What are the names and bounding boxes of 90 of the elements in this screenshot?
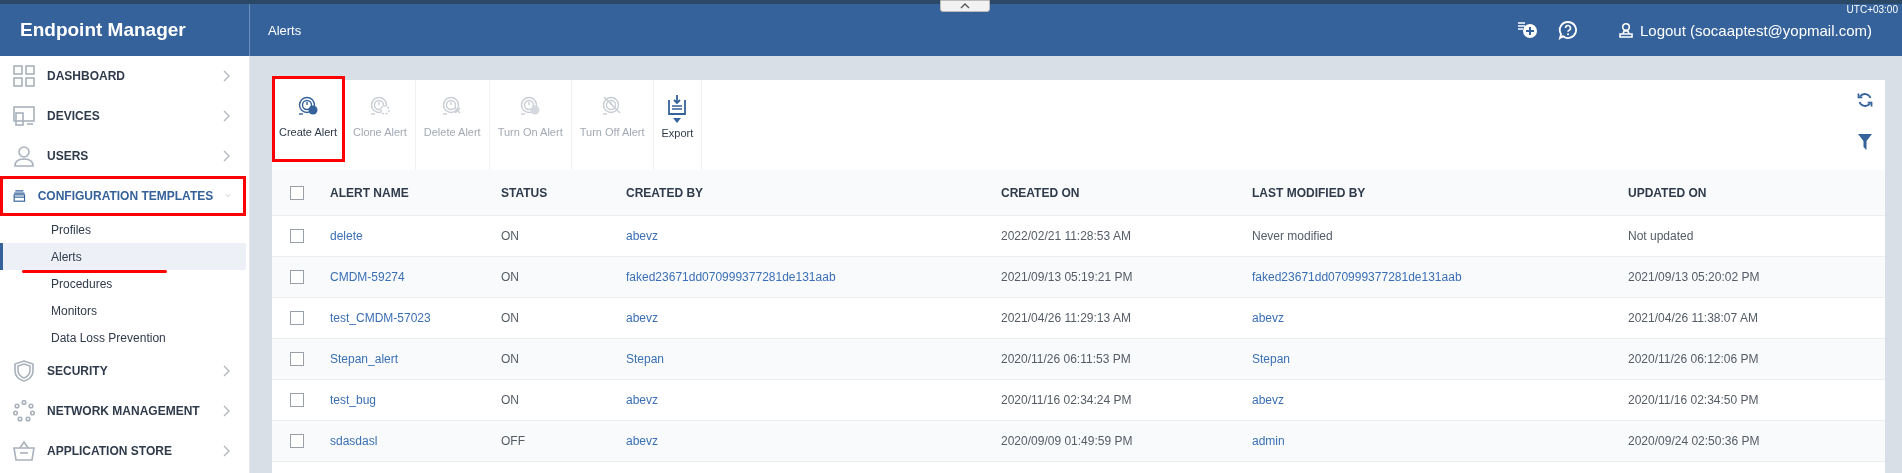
- alert-name-link[interactable]: Stepan_alert: [330, 352, 501, 366]
- table-cell-text: ON: [501, 352, 520, 366]
- collapse-header-button[interactable]: [940, 0, 990, 12]
- sidebar-subitem[interactable]: Profiles: [0, 216, 246, 243]
- sidebar-item[interactable]: NETWORK MANAGEMENT: [0, 391, 246, 431]
- download-icon: [666, 94, 689, 116]
- chevron-icon: [221, 110, 231, 122]
- sidebar-item[interactable]: CONFIGURATION TEMPLATES: [0, 176, 246, 216]
- chevron-icon: [221, 445, 231, 457]
- refresh-icon[interactable]: [1857, 92, 1873, 108]
- user-icon: [1618, 22, 1634, 38]
- column-header[interactable]: STATUS: [501, 185, 626, 200]
- alarm-icon: [297, 94, 319, 116]
- table-cell-text: 2021/09/13 05:19:21 PM: [1001, 270, 1134, 284]
- app-title: Endpoint Manager: [20, 19, 186, 41]
- alarm-icon: [519, 94, 542, 116]
- help-icon[interactable]: [1558, 20, 1578, 40]
- row-checkbox[interactable]: [290, 393, 304, 407]
- sidebar-item[interactable]: DASHBOARD: [0, 56, 246, 96]
- table-cell: 2021/04/26 11:38:07 AM: [1628, 311, 1758, 325]
- user-link[interactable]: admin: [1252, 434, 1628, 448]
- table-cell-text: 2022/02/21 11:28:53 AM: [1001, 229, 1132, 243]
- alert-name-link[interactable]: CMDM-59274: [330, 270, 501, 284]
- column-header[interactable]: UPDATED ON: [1628, 185, 1707, 200]
- caret-up-icon: [960, 3, 970, 9]
- table-cell-text: Never modified: [1252, 229, 1334, 243]
- alert-name-link[interactable]: test_CMDM-57023: [330, 311, 501, 325]
- network-icon: [13, 400, 35, 422]
- add-list-icon[interactable]: [1518, 21, 1538, 39]
- logout-link[interactable]: Logout (socaaptest@yopmail.com): [1618, 21, 1872, 39]
- shield-icon: [13, 360, 35, 382]
- caret-icon: [673, 118, 682, 123]
- user-link[interactable]: abevz: [626, 393, 1001, 407]
- table-cell-text: ON: [501, 311, 520, 325]
- user-link[interactable]: abevz: [626, 311, 1001, 325]
- user-link[interactable]: faked23671dd070999377281de131aab: [626, 270, 1001, 284]
- user-link[interactable]: abevz: [626, 434, 1001, 448]
- user-link[interactable]: faked23671dd070999377281de131aab: [1252, 270, 1628, 284]
- filter-icon[interactable]: [1858, 134, 1872, 150]
- chevron-icon: [221, 365, 231, 377]
- column-header[interactable]: CREATED ON: [1001, 185, 1252, 200]
- row-checkbox[interactable]: [290, 270, 304, 284]
- sidebar-item[interactable]: SECURITY: [0, 351, 246, 391]
- column-header[interactable]: ALERT NAME: [330, 185, 501, 200]
- user-link[interactable]: abevz: [1252, 311, 1628, 325]
- user-link[interactable]: Stepan: [1252, 352, 1628, 366]
- sidebar-subitem[interactable]: Alerts: [0, 243, 246, 270]
- user-link[interactable]: abevz: [626, 229, 1001, 243]
- alarm-icon: [368, 94, 391, 116]
- table-cell: 2020/09/24 02:50:36 PM: [1628, 434, 1760, 448]
- column-header[interactable]: CREATED BY: [626, 185, 1001, 200]
- table-cell-text: 2020/11/26 06:11:53 PM: [1001, 352, 1132, 366]
- select-all-checkbox[interactable]: [290, 185, 304, 200]
- toolbar-button[interactable]: Create Alert: [272, 76, 345, 162]
- sidebar-subitem[interactable]: Procedures: [0, 270, 246, 297]
- table-cell: 2020/11/26 06:12:06 PM: [1628, 352, 1759, 366]
- row-checkbox[interactable]: [290, 229, 304, 243]
- alert-name-link[interactable]: sdasdasl: [330, 434, 501, 448]
- grid-icon: [13, 65, 35, 87]
- row-checkbox[interactable]: [290, 311, 304, 325]
- row-checkbox[interactable]: [290, 434, 304, 448]
- chevron-icon: [221, 405, 231, 417]
- page-title: Alerts: [268, 22, 302, 38]
- alert-name-link[interactable]: delete: [330, 229, 501, 243]
- user-icon: [13, 145, 35, 167]
- row-checkbox[interactable]: [290, 352, 304, 366]
- sidebar-subitem[interactable]: Monitors: [0, 297, 246, 324]
- table-cell-text: 2020/11/16 02:34:24 PM: [1001, 393, 1133, 407]
- table-cell-text: 2020/09/09 01:49:59 PM: [1001, 434, 1134, 448]
- user-link[interactable]: abevz: [1252, 393, 1628, 407]
- timezone-label: UTC+03:00: [1846, 4, 1898, 15]
- chevron-icon: [221, 150, 231, 162]
- sidebar-item[interactable]: USERS: [0, 136, 246, 176]
- table-cell: Not updated: [1628, 229, 1694, 243]
- alert-name-link[interactable]: test_bug: [330, 393, 501, 407]
- devices-icon: [13, 105, 35, 127]
- table-cell-text: ON: [501, 270, 520, 284]
- user-link[interactable]: Stepan: [626, 352, 1001, 366]
- column-header[interactable]: LAST MODIFIED BY: [1252, 185, 1628, 200]
- table-cell-text: 2021/04/26 11:29:13 AM: [1001, 311, 1132, 325]
- basket-icon: [13, 440, 35, 462]
- table-cell-text: OFF: [501, 434, 526, 448]
- table-cell-text: ON: [501, 393, 520, 407]
- table-cell: 2021/09/13 05:20:02 PM: [1628, 270, 1760, 284]
- chevron-icon: [221, 70, 231, 82]
- sidebar-item[interactable]: APPLICATION STORE: [0, 431, 246, 471]
- table-cell-text: ON: [501, 229, 520, 243]
- sidebar-subitem[interactable]: Data Loss Prevention: [0, 324, 246, 351]
- table-cell: 2020/11/16 02:34:50 PM: [1628, 393, 1759, 407]
- sidebar-item[interactable]: DEVICES: [0, 96, 246, 136]
